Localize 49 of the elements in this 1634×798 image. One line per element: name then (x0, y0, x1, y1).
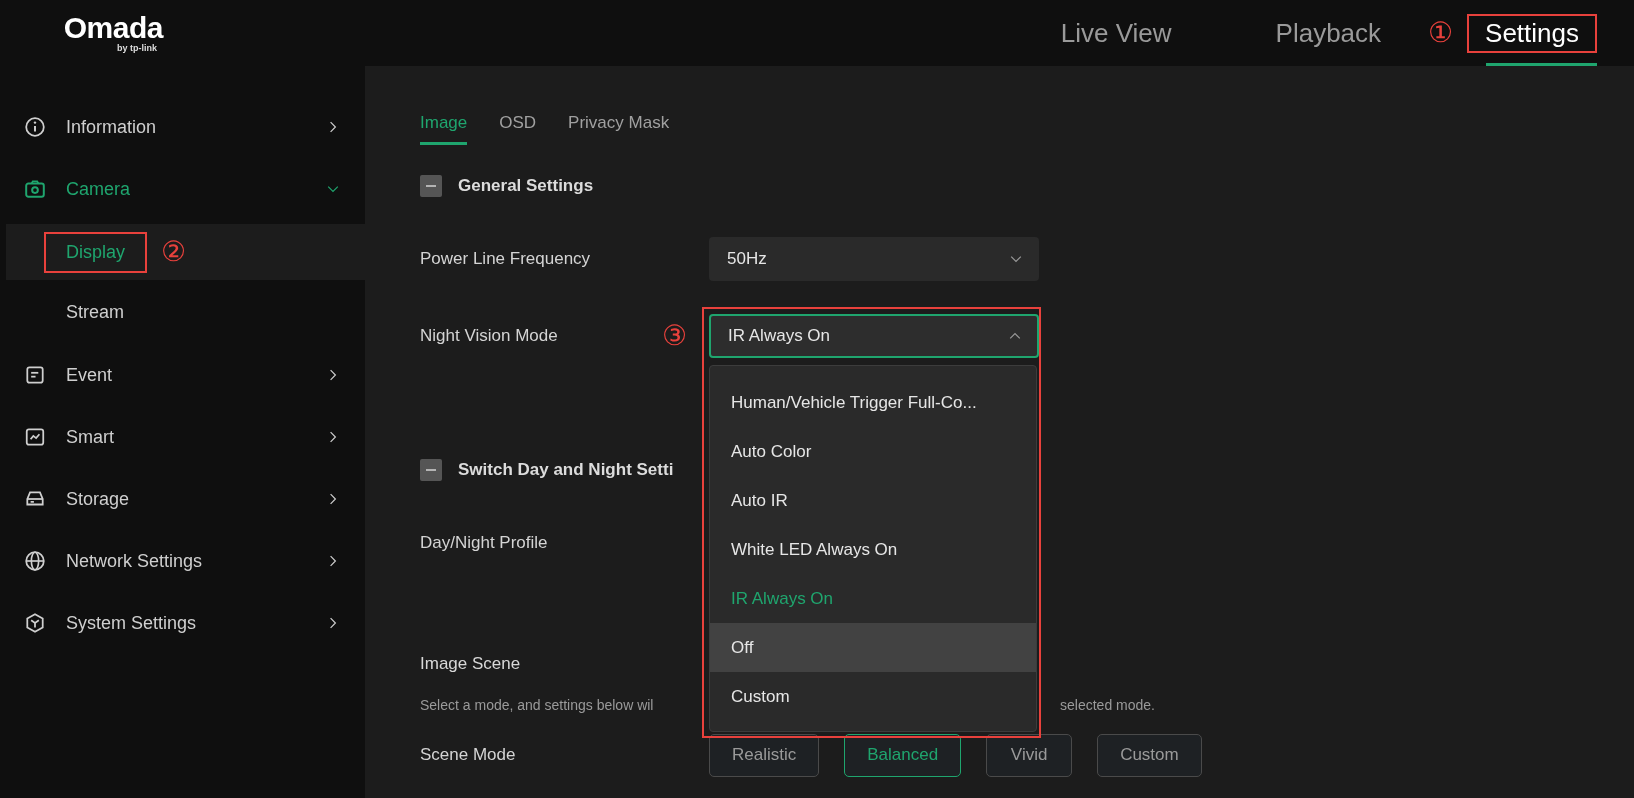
sidebar-item[interactable]: Smart (0, 406, 365, 468)
sidebar-item[interactable]: Information (0, 96, 365, 158)
dropdown-option[interactable]: Human/Vehicle Trigger Full-Co... (710, 378, 1036, 427)
section-title: Image Scene (420, 654, 521, 674)
collapse-icon[interactable] (420, 459, 442, 481)
dropdown-option[interactable]: Auto IR (710, 476, 1036, 525)
field-label: Night Vision Mode (420, 326, 558, 346)
mode-button[interactable]: Realistic (709, 733, 820, 777)
info-icon (24, 116, 46, 138)
mode-button[interactable]: Custom (1097, 733, 1202, 777)
mode-button[interactable]: Vivid (986, 733, 1073, 777)
tab[interactable]: Privacy Mask (568, 104, 670, 145)
step-number: ③ (662, 322, 687, 350)
field-label: Scene Mode (420, 745, 516, 765)
globe-icon (24, 550, 46, 572)
tab[interactable]: OSD (499, 104, 537, 145)
cube-icon (24, 612, 46, 634)
tab[interactable]: Image (420, 104, 468, 145)
mode-button[interactable]: Balanced (844, 733, 962, 777)
dropdown-option[interactable]: Off (710, 623, 1036, 672)
description-text: Select a mode, and settings below wil (420, 697, 654, 713)
field-label: Day/Night Profile (420, 533, 548, 553)
dropdown-option[interactable]: IR Always On (710, 574, 1036, 623)
dropdown-option[interactable]: Auto Color (710, 427, 1036, 476)
sidebar-item[interactable]: Storage (0, 468, 365, 530)
description-text: selected mode. (1060, 697, 1155, 713)
sidebar-item[interactable]: Camera (0, 158, 365, 220)
sidebar-subitem[interactable]: Stream (44, 293, 147, 331)
sidebar-item[interactable]: Network Settings (0, 530, 365, 592)
sidebar-item[interactable]: System Settings (0, 592, 365, 654)
nav-tab[interactable]: Settings (1483, 17, 1581, 49)
logo: Omada by tp-link (62, 13, 163, 53)
camera-icon (24, 178, 46, 200)
select-field[interactable]: 50Hz (709, 237, 1039, 281)
field-label: Power Line Frequency (420, 249, 591, 269)
chart-icon (24, 426, 46, 448)
select-field[interactable]: IR Always On (709, 314, 1039, 358)
sidebar-subitem[interactable]: Display (44, 231, 148, 273)
section-title: General Settings (458, 176, 594, 196)
document-icon (24, 364, 46, 386)
section-title: Switch Day and Night Setti (458, 460, 674, 480)
dropdown-option[interactable]: Custom (710, 672, 1036, 721)
dropdown-option[interactable]: White LED Always On (710, 525, 1036, 574)
step-number: ② (161, 238, 187, 266)
nav-tab[interactable]: Playback (1273, 0, 1384, 66)
collapse-icon[interactable] (420, 175, 442, 197)
sidebar-item[interactable]: Event (0, 344, 365, 406)
step-number: ① (1428, 19, 1454, 47)
nav-tab[interactable]: Live View (1058, 0, 1174, 66)
